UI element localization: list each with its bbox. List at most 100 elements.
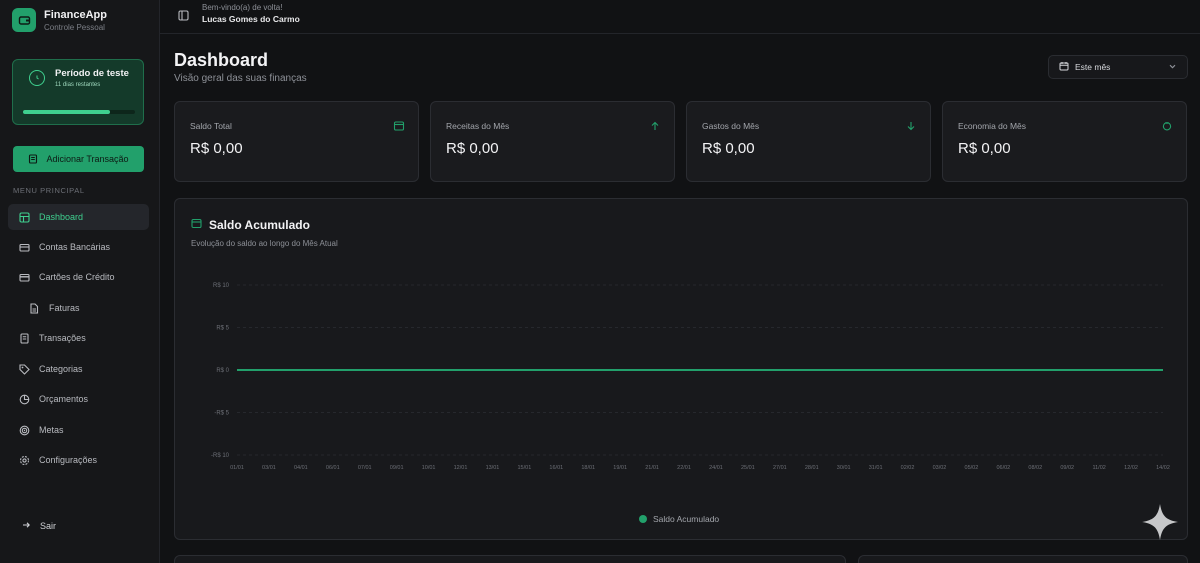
clock-icon	[29, 70, 45, 86]
card-value: R$ 0,00	[702, 140, 755, 157]
card-value: R$ 0,00	[958, 140, 1011, 157]
sidebar-toggle-icon[interactable]	[178, 8, 189, 26]
sidebar-item-label: Faturas	[49, 303, 80, 313]
legend-label: Saldo Acumulado	[653, 514, 720, 524]
sidebar-item-bank-accounts[interactable]: Contas Bancárias	[8, 234, 149, 260]
add-transaction-label: Adicionar Transação	[46, 154, 129, 164]
sidebar-item-goals[interactable]: Metas	[8, 417, 149, 443]
app-root: FinanceApp Controle Pessoal Período de t…	[0, 0, 1200, 563]
add-transaction-button[interactable]: Adicionar Transação	[13, 146, 144, 172]
sidebar-item-label: Transações	[39, 333, 86, 343]
x-tick-label: 18/01	[581, 465, 595, 471]
x-tick-label: 31/01	[869, 465, 883, 471]
x-tick-label: 05/02	[965, 465, 979, 471]
sidebar-item-label: Configurações	[39, 455, 98, 465]
brand[interactable]: FinanceApp Controle Pessoal	[12, 8, 107, 32]
card-label: Gastos do Mês	[702, 121, 760, 131]
trial-progress-bar	[23, 110, 135, 114]
trial-title: Período de teste	[55, 68, 129, 79]
menu-section-label: MENU PRINCIPAL	[13, 186, 85, 195]
x-tick-label: 12/02	[1124, 465, 1138, 471]
chart-legend: Saldo Acumulado	[639, 514, 719, 524]
topbar: Bem-vindo(a) de volta! Lucas Gomes do Ca…	[160, 0, 1200, 34]
y-tick-label: R$ 5	[216, 326, 229, 332]
tag-icon	[18, 363, 30, 375]
card-label: Economia do Mês	[958, 121, 1027, 131]
bottom-panel-right	[858, 555, 1188, 563]
sidebar-item-categories[interactable]: Categorias	[8, 356, 149, 382]
x-tick-label: 24/01	[709, 465, 723, 471]
receipt-icon	[18, 332, 30, 344]
x-tick-label: 16/01	[549, 465, 563, 471]
x-tick-label: 21/01	[645, 465, 659, 471]
sidebar-item-settings[interactable]: Configurações	[8, 447, 149, 473]
chevron-down-icon	[1168, 62, 1177, 73]
card-value: R$ 0,00	[446, 140, 499, 157]
sidebar-item-budgets[interactable]: Orçamentos	[8, 386, 149, 412]
x-tick-label: 10/01	[422, 465, 436, 471]
trial-progress-fill	[23, 110, 111, 114]
bank-icon	[18, 241, 30, 253]
chart-panel: Saldo Acumulado Evolução do saldo ao lon…	[174, 198, 1188, 540]
x-tick-label: 03/02	[933, 465, 947, 471]
legend-swatch	[639, 515, 647, 523]
sidebar-item-label: Cartões de Crédito	[39, 272, 115, 282]
y-tick-label: R$ 0	[216, 368, 229, 374]
calendar-icon	[1059, 61, 1069, 73]
x-tick-label: 27/01	[773, 465, 787, 471]
gear-icon	[18, 454, 30, 466]
trial-card: Período de teste 11 dias restantes	[12, 59, 144, 125]
x-tick-label: 12/01	[454, 465, 468, 471]
sidebar-item-transactions[interactable]: Transações	[8, 325, 149, 351]
x-tick-label: 02/02	[901, 465, 915, 471]
sparkle-icon[interactable]	[1138, 500, 1182, 549]
x-tick-label: 30/01	[837, 465, 851, 471]
user-name: Lucas Gomes do Carmo	[202, 14, 300, 24]
card-label: Receitas do Mês	[446, 121, 510, 131]
app-subtitle: Controle Pessoal	[44, 22, 105, 32]
x-tick-label: 09/02	[1060, 465, 1074, 471]
x-tick-label: 13/01	[486, 465, 500, 471]
x-tick-label: 06/01	[326, 465, 340, 471]
receipt-add-icon	[29, 154, 38, 164]
welcome-text: Bem-vindo(a) de volta!	[202, 3, 283, 12]
credit-card-icon	[18, 271, 30, 283]
pie-icon	[18, 393, 30, 405]
logout-label: Sair	[40, 521, 57, 531]
x-tick-label: 04/01	[294, 465, 308, 471]
document-icon	[28, 302, 40, 314]
sidebar-item-invoices[interactable]: Faturas	[8, 295, 149, 321]
period-select[interactable]: Este mês	[1048, 55, 1188, 79]
sidebar-item-dashboard[interactable]: Dashboard	[8, 204, 149, 230]
sidebar: FinanceApp Controle Pessoal Período de t…	[0, 0, 160, 563]
bottom-panel-left	[174, 555, 846, 563]
x-tick-label: 03/01	[262, 465, 276, 471]
accumulated-balance-chart: R$ 10 R$ 5 R$ 0 -R$ 5 -R$ 1001/01 03/01 04/01 0…	[211, 283, 1170, 471]
card-value: R$ 0,00	[190, 140, 243, 157]
sidebar-item-credit-cards[interactable]: Cartões de Crédito	[8, 264, 149, 290]
page-subtitle: Visão geral das suas finanças	[174, 73, 307, 84]
x-tick-label: 11/02	[1092, 465, 1105, 471]
arrow-down-icon	[905, 119, 917, 137]
x-tick-label: 14/02	[1156, 465, 1170, 471]
x-tick-label: 22/01	[677, 465, 691, 471]
target-icon	[18, 424, 30, 436]
sidebar-item-label: Orçamentos	[39, 394, 89, 404]
logout-button[interactable]: Sair	[22, 520, 56, 532]
app-name: FinanceApp	[44, 8, 107, 21]
x-tick-label: 06/02	[996, 465, 1010, 471]
page-title: Dashboard	[174, 50, 269, 70]
x-tick-label: 07/01	[358, 465, 372, 471]
sidebar-item-label: Categorias	[39, 364, 83, 374]
finance-logo-icon	[12, 8, 36, 32]
piggy-bank-icon	[1161, 119, 1173, 137]
y-tick-label: -R$ 5	[214, 411, 229, 417]
wallet-icon	[393, 119, 405, 137]
stat-card-total-balance: Saldo Total R$ 0,00	[174, 101, 419, 182]
stat-card-monthly-savings: Economia do Mês R$ 0,00	[942, 101, 1187, 182]
y-tick-label: -R$ 10	[211, 453, 230, 459]
y-tick-label: R$ 10	[213, 283, 230, 289]
x-tick-label: 19/01	[613, 465, 627, 471]
logout-icon	[22, 520, 32, 532]
x-tick-label: 09/01	[390, 465, 404, 471]
